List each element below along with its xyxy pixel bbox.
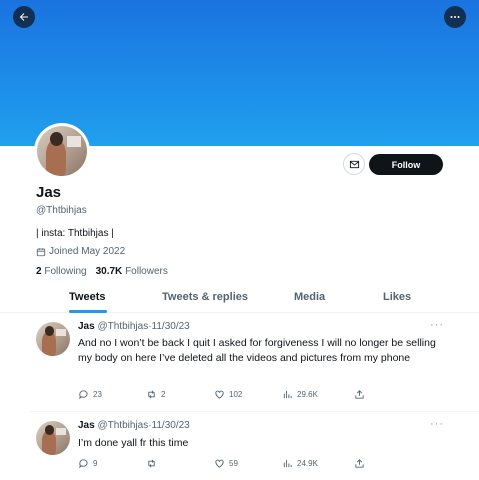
tweet-date[interactable]: 11/30/23 [152,321,190,332]
reply-icon [79,459,88,469]
followers-count: 30.7K [95,266,123,277]
follow-stats: 2 Following 30.7K Followers [36,266,168,277]
profile-name: Jas [36,184,62,201]
like-count: 102 [229,390,243,399]
tweet-author-name[interactable]: Jas [78,321,95,332]
reply-icon [79,390,88,400]
tab-tweets[interactable]: Tweets [69,291,105,303]
reply-button[interactable]: 23 [78,389,102,400]
following-link[interactable]: 2 Following [36,266,87,277]
tweet-item[interactable]: Jas @Thtbihjas·11/30/23 ··· And no I won… [0,313,479,411]
tab-likes[interactable]: Likes [383,291,411,303]
tweet-avatar[interactable] [36,421,70,455]
profile-bio: | insta: Thtbihjas | [36,228,114,239]
profile-avatar[interactable] [34,123,90,179]
tweet-actions: 23 2 102 29.6K [78,389,378,401]
back-button[interactable] [13,6,35,28]
views-bar-icon [283,390,292,399]
like-button[interactable]: 102 [214,389,242,400]
retweet-button[interactable]: 2 [146,389,165,400]
views-button[interactable]: 24.9K [282,458,318,469]
followers-link[interactable]: 30.7K Followers [96,266,168,277]
followers-label: Followers [125,266,168,277]
heart-icon [215,459,224,468]
tweet-author-handle[interactable]: @Thtbihjas [97,420,148,431]
tab-tweets-replies[interactable]: Tweets & replies [162,291,248,303]
tweet-author-name[interactable]: Jas [78,420,95,431]
tweet-avatar[interactable] [36,322,70,356]
retweet-icon [148,390,155,399]
tweet-header: Jas @Thtbihjas·11/30/23 [78,321,190,332]
share-icon [355,459,364,468]
retweet-button[interactable] [146,458,161,469]
retweet-count: 2 [161,390,166,399]
more-dots-icon [450,16,460,18]
tweet-author-handle[interactable]: @Thtbihjas [97,321,148,332]
tweet-text: I’m done yall fr this time [78,437,189,449]
like-count: 59 [229,459,238,468]
following-label: Following [44,266,87,277]
tweet-more-button[interactable]: ··· [430,319,444,331]
reply-count: 23 [93,390,102,399]
tweet-item[interactable]: Jas @Thtbihjas·11/30/23 ··· I’m done yal… [0,412,479,480]
profile-tabs: Tweets Tweets & replies Media Likes [0,283,479,313]
retweet-icon [148,459,155,468]
tweet-text: And no I won’t be back I quit I asked fo… [78,337,436,364]
views-count: 29.6K [297,390,318,399]
calendar-icon [36,247,46,256]
profile-handle: @Thtbihjas [36,205,87,216]
reply-count: 9 [93,459,98,468]
joined-date: Joined May 2022 [36,246,125,257]
heart-icon [215,390,224,399]
reply-button[interactable]: 9 [78,458,97,469]
views-button[interactable]: 29.6K [282,389,318,400]
follow-button[interactable]: Follow [369,154,443,175]
following-count: 2 [36,266,42,277]
like-button[interactable]: 59 [214,458,238,469]
tweet-more-button[interactable]: ··· [430,418,444,430]
more-options-button[interactable] [444,6,466,28]
message-button[interactable] [343,153,365,175]
views-bar-icon [283,459,292,468]
tweet-header: Jas @Thtbihjas·11/30/23 [78,420,190,431]
share-button[interactable] [354,458,365,469]
tab-media[interactable]: Media [294,291,325,303]
arrow-left-icon [19,13,28,21]
share-button[interactable] [354,389,365,400]
tweet-actions: 9 59 24.9K [78,458,378,470]
tweet-date[interactable]: 11/30/23 [152,420,190,431]
views-count: 24.9K [297,459,318,468]
joined-text: Joined May 2022 [49,246,126,257]
envelope-icon [349,160,359,168]
share-icon [355,390,364,399]
